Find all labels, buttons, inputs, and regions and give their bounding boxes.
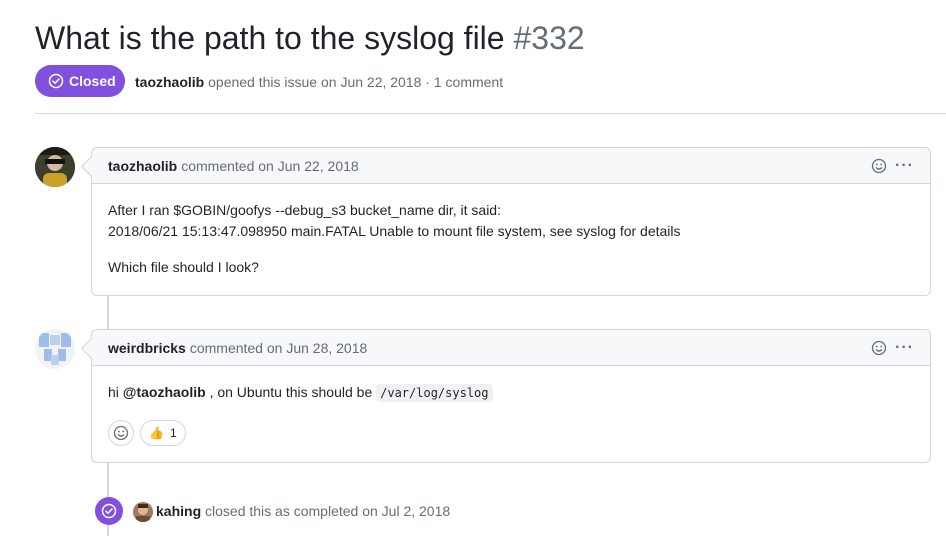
thumbs-up-reaction-button[interactable]: 👍 1 xyxy=(140,420,186,446)
kebab-menu-icon[interactable]: ··· xyxy=(895,157,914,175)
meta-separator: · xyxy=(425,74,430,90)
issue-opened-text: opened this issue on Jun 22, 2018 xyxy=(208,74,422,90)
event-text: kahing closed this as completed on Jul 2… xyxy=(156,501,450,521)
issue-title: What is the path to the syslog file #332 xyxy=(35,18,585,58)
smiley-icon xyxy=(113,425,129,441)
issue-author-link[interactable]: taozhaolib xyxy=(135,74,204,90)
comment-header: taozhaolib commented on Jun 22, 2018 ··· xyxy=(92,148,930,184)
kebab-menu-icon[interactable]: ··· xyxy=(895,339,914,357)
comment-author[interactable]: weirdbricks xyxy=(108,340,186,356)
event-description: closed this as completed on Jul 2, 2018 xyxy=(205,503,451,519)
status-label: Closed xyxy=(69,73,116,89)
issue-meta: taozhaolib opened this issue on Jun 22, … xyxy=(135,72,503,92)
event-actor-link[interactable]: kahing xyxy=(156,503,201,519)
thumbs-up-icon: 👍 xyxy=(149,425,164,440)
comment-line: 2018/06/21 15:13:47.098950 main.FATAL Un… xyxy=(108,223,681,239)
smiley-icon[interactable] xyxy=(871,340,887,356)
comment-meta[interactable]: commented on Jun 22, 2018 xyxy=(181,158,358,174)
issue-number: #332 xyxy=(513,20,585,56)
avatar[interactable] xyxy=(35,147,75,187)
user-avatar-photo-icon xyxy=(133,502,153,522)
comment-line: After I ran $GOBIN/goofys --debug_s3 buc… xyxy=(108,202,501,218)
comment-text: , on Ubuntu this should be xyxy=(209,384,373,400)
comment-author[interactable]: taozhaolib xyxy=(108,158,177,174)
smiley-icon[interactable] xyxy=(871,158,887,174)
comment-line: Which file should I look? xyxy=(108,259,259,275)
header-divider xyxy=(35,113,946,114)
reactions-bar: 👍 1 xyxy=(108,420,914,446)
closed-event-icon xyxy=(95,497,123,525)
inline-code: /var/log/syslog xyxy=(376,384,493,402)
user-avatar-photo-icon xyxy=(35,147,75,187)
add-reaction-button[interactable] xyxy=(108,420,134,446)
comment-body: After I ran $GOBIN/goofys --debug_s3 buc… xyxy=(92,184,930,294)
greeting-text: hi xyxy=(108,384,119,400)
avatar[interactable] xyxy=(133,502,153,522)
check-circle-icon xyxy=(101,503,117,519)
comment-body: hi @taozhaolib , on Ubuntu this should b… xyxy=(92,366,930,462)
comment-card: taozhaolib commented on Jun 22, 2018 ···… xyxy=(91,147,931,296)
comment-card: weirdbricks commented on Jun 28, 2018 ··… xyxy=(91,329,931,463)
status-badge: Closed xyxy=(35,65,125,97)
comment-count[interactable]: 1 comment xyxy=(434,74,503,90)
user-mention-link[interactable]: @taozhaolib xyxy=(123,384,206,400)
issue-title-text: What is the path to the syslog file xyxy=(35,20,505,56)
reaction-count: 1 xyxy=(169,425,177,440)
check-circle-icon xyxy=(48,73,64,89)
comment-header: weirdbricks commented on Jun 28, 2018 ··… xyxy=(92,330,930,366)
comment-meta[interactable]: commented on Jun 28, 2018 xyxy=(190,340,367,356)
identicon-avatar-icon xyxy=(35,329,75,369)
avatar[interactable] xyxy=(35,329,75,369)
comment-line: hi @taozhaolib , on Ubuntu this should b… xyxy=(108,382,914,404)
